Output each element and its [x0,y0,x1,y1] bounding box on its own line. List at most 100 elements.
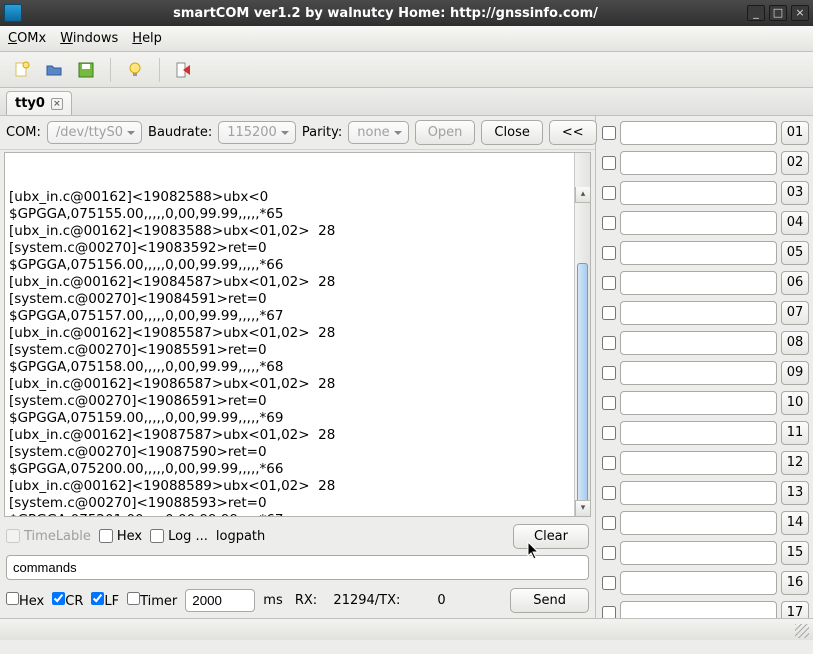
quick-send-number-button[interactable]: 09 [781,361,809,385]
quick-send-input[interactable] [620,541,777,565]
quick-send-number-button[interactable]: 08 [781,331,809,355]
quick-send-checkbox[interactable] [602,276,616,290]
quick-send-number-button[interactable]: 12 [781,451,809,475]
quick-send-checkbox[interactable] [602,456,616,470]
quick-send-number-button[interactable]: 11 [781,421,809,445]
command-row [0,553,595,582]
hex-send-checkbox[interactable]: Hex [6,592,44,609]
open-folder-icon[interactable] [42,58,66,82]
tab-tty0[interactable]: tty0 × [6,91,72,115]
quick-send-input[interactable] [620,601,777,618]
quick-send-input[interactable] [620,151,777,175]
quick-send-pane: 01020304050607080910111213141516171819 [596,116,813,618]
command-input[interactable] [6,555,589,580]
quick-send-number-button[interactable]: 07 [781,301,809,325]
scroll-down-icon[interactable]: ▾ [575,500,590,516]
quick-send-number-button[interactable]: 04 [781,211,809,235]
quick-send-checkbox[interactable] [602,396,616,410]
resize-grip-icon[interactable] [795,624,809,638]
menu-windows[interactable]: Windows [60,31,118,46]
quick-send-checkbox[interactable] [602,336,616,350]
menu-help[interactable]: Help [132,31,162,46]
titlebar: smartCOM ver1.2 by walnutcy Home: http:/… [0,0,813,26]
left-pane: COM: /dev/ttyS0 Baudrate: 115200 Parity:… [0,116,596,618]
new-document-icon[interactable] [10,58,34,82]
quick-send-checkbox[interactable] [602,486,616,500]
terminal-line: $GPGGA,075201.00,,,,,0,00,99.99,,,,,*67 [9,512,586,517]
terminal-scrollbar[interactable]: ▴ ▾ [574,153,590,516]
exit-icon[interactable] [172,58,196,82]
quick-send-input[interactable] [620,571,777,595]
close-window-button[interactable]: × [791,5,809,21]
quick-send-number-button[interactable]: 02 [781,151,809,175]
quick-send-number-button[interactable]: 06 [781,271,809,295]
scroll-up-icon[interactable]: ▴ [575,187,590,203]
timelabel-checkbox[interactable]: TimeLable [6,529,91,544]
quick-send-input[interactable] [620,511,777,535]
quick-send-number-button[interactable]: 13 [781,481,809,505]
lightbulb-icon[interactable] [123,58,147,82]
lf-checkbox[interactable]: LF [91,592,119,609]
quick-send-number-button[interactable]: 15 [781,541,809,565]
quick-send-input[interactable] [620,451,777,475]
quick-send-input[interactable] [620,301,777,325]
quick-send-input[interactable] [620,271,777,295]
parity-label: Parity: [302,125,342,140]
send-button[interactable]: Send [510,588,589,613]
quick-send-input[interactable] [620,361,777,385]
quick-send-checkbox[interactable] [602,156,616,170]
maximize-button[interactable]: □ [769,5,787,21]
scroll-thumb[interactable] [577,263,588,503]
quick-send-number-button[interactable]: 16 [781,571,809,595]
toolbar [0,52,813,88]
cr-checkbox[interactable]: CR [52,592,83,609]
quick-send-number-button[interactable]: 10 [781,391,809,415]
quick-send-checkbox[interactable] [602,186,616,200]
log-checkbox[interactable]: Log ... [150,529,208,544]
timer-value-input[interactable] [185,589,255,612]
baudrate-combo[interactable]: 115200 [218,121,296,144]
quick-send-number-button[interactable]: 01 [781,121,809,145]
menu-comx[interactable]: COMx [8,31,46,46]
open-button[interactable]: Open [415,120,476,145]
quick-send-checkbox[interactable] [602,546,616,560]
quick-send-checkbox[interactable] [602,366,616,380]
collapse-button[interactable]: << [549,120,597,145]
com-port-combo[interactable]: /dev/ttyS0 [47,121,142,144]
quick-send-input[interactable] [620,421,777,445]
parity-combo[interactable]: none [348,121,408,144]
close-button[interactable]: Close [481,120,542,145]
quick-send-number-button[interactable]: 03 [781,181,809,205]
terminal-line: $GPGGA,075159.00,,,,,0,00,99.99,,,,,*69 [9,410,586,427]
clear-button[interactable]: Clear [513,524,589,549]
quick-send-input[interactable] [620,211,777,235]
quick-send-input[interactable] [620,181,777,205]
minimize-button[interactable]: _ [747,5,765,21]
quick-send-checkbox[interactable] [602,246,616,260]
quick-send-checkbox[interactable] [602,216,616,230]
terminal-line: [ubx_in.c@00162]<19085587>ubx<01,02> 28 [9,325,586,342]
quick-send-input[interactable] [620,391,777,415]
quick-send-row: 06 [602,270,809,296]
quick-send-row: 11 [602,420,809,446]
quick-send-input[interactable] [620,331,777,355]
quick-send-number-button[interactable]: 17 [781,601,809,618]
quick-send-checkbox[interactable] [602,516,616,530]
terminal-output[interactable]: [ubx_in.c@00162]<19082588>ubx<0$GPGGA,07… [4,152,591,517]
quick-send-input[interactable] [620,121,777,145]
quick-send-checkbox[interactable] [602,426,616,440]
quick-send-input[interactable] [620,241,777,265]
quick-send-checkbox[interactable] [602,576,616,590]
quick-send-checkbox[interactable] [602,606,616,618]
quick-send-checkbox[interactable] [602,306,616,320]
timer-checkbox[interactable]: Timer [127,592,177,609]
hex-display-checkbox[interactable]: Hex [99,529,142,544]
quick-send-checkbox[interactable] [602,126,616,140]
quick-send-input[interactable] [620,481,777,505]
quick-send-number-button[interactable]: 05 [781,241,809,265]
save-icon[interactable] [74,58,98,82]
quick-send-number-button[interactable]: 14 [781,511,809,535]
logpath-label: logpath [216,529,265,544]
tab-close-icon[interactable]: × [51,98,63,110]
terminal-line: $GPGGA,075157.00,,,,,0,00,99.99,,,,,*67 [9,308,586,325]
